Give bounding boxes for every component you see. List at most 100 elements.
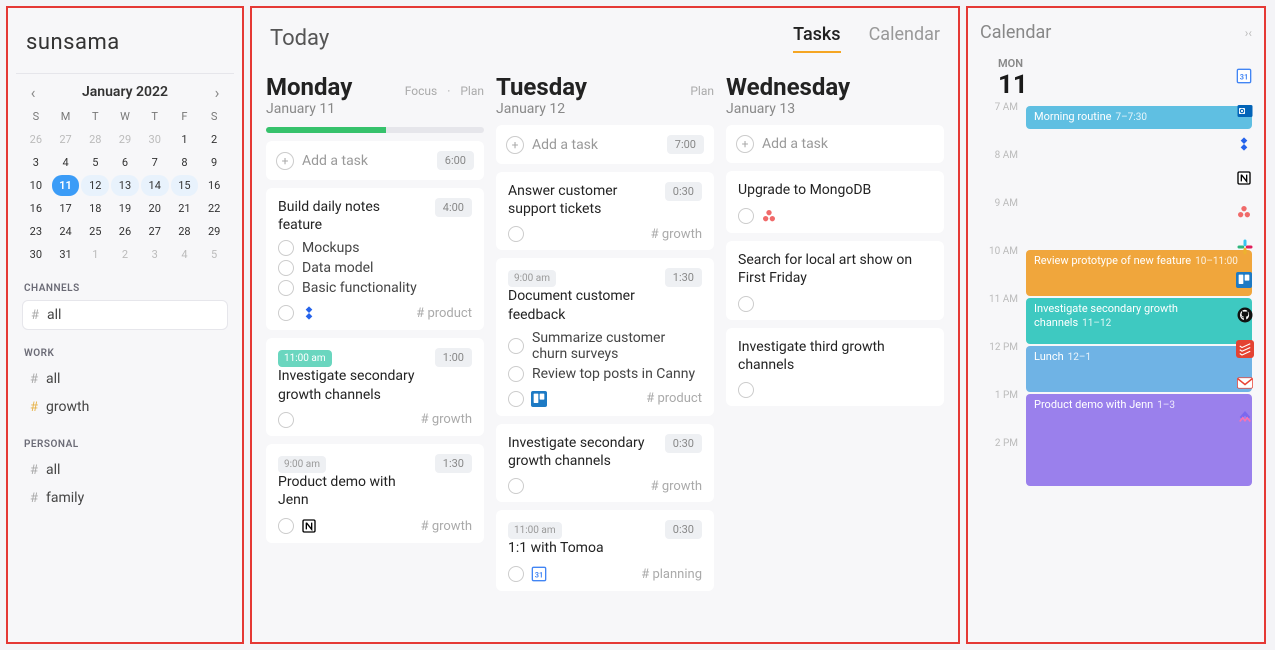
- task-card[interactable]: Investigate third growth channels: [726, 328, 944, 406]
- calendar-day[interactable]: 5: [81, 152, 109, 173]
- plan-button[interactable]: Plan: [690, 84, 714, 98]
- task-tag[interactable]: # growth: [651, 479, 702, 494]
- gcal-icon[interactable]: 31: [1236, 68, 1256, 88]
- task-card[interactable]: 9:00 amProduct demo with Jenn1:30# growt…: [266, 444, 484, 543]
- slack-icon[interactable]: [1236, 238, 1256, 258]
- collapse-icon[interactable]: ›‹: [1245, 26, 1252, 40]
- task-tag[interactable]: # product: [416, 306, 472, 321]
- subtask-checkbox[interactable]: [278, 260, 294, 276]
- task-card[interactable]: Upgrade to MongoDB: [726, 171, 944, 233]
- task-card[interactable]: Build daily notes feature4:00MockupsData…: [266, 188, 484, 330]
- task-card[interactable]: Search for local art show on First Frida…: [726, 241, 944, 319]
- calendar-day[interactable]: 20: [141, 198, 169, 219]
- calendar-day[interactable]: 3: [141, 244, 169, 265]
- task-card[interactable]: 11:00 amInvestigate secondary growth cha…: [266, 338, 484, 435]
- calendar-day[interactable]: 22: [200, 198, 228, 219]
- subtask-item[interactable]: Data model: [278, 260, 472, 276]
- task-checkbox[interactable]: [508, 566, 524, 582]
- calendar-day[interactable]: 21: [171, 198, 199, 219]
- calendar-day[interactable]: 29: [111, 129, 139, 150]
- task-checkbox[interactable]: [738, 296, 754, 312]
- asana-icon[interactable]: [1236, 204, 1256, 224]
- calendar-day[interactable]: 3: [22, 152, 50, 173]
- channel-item[interactable]: #growth: [22, 393, 228, 421]
- calendar-day[interactable]: 9: [200, 152, 228, 173]
- plan-button[interactable]: Plan: [460, 84, 484, 98]
- github-icon[interactable]: [1236, 306, 1256, 326]
- task-tag[interactable]: # growth: [651, 227, 702, 242]
- calendar-day[interactable]: 31: [52, 244, 80, 265]
- calendar-day[interactable]: 10: [22, 175, 50, 196]
- subtask-item[interactable]: Summarize customer churn surveys: [508, 330, 702, 362]
- task-tag[interactable]: # growth: [421, 412, 472, 427]
- task-card[interactable]: 11:00 am1:1 with Tomoa0:3031# planning: [496, 510, 714, 591]
- calendar-day[interactable]: 25: [81, 221, 109, 242]
- task-tag[interactable]: # growth: [421, 519, 472, 534]
- calendar-day[interactable]: 4: [52, 152, 80, 173]
- subtask-item[interactable]: Review top posts in Canny: [508, 366, 702, 382]
- calendar-day[interactable]: 18: [81, 198, 109, 219]
- task-checkbox[interactable]: [278, 518, 294, 534]
- calendar-day[interactable]: 14: [141, 175, 169, 196]
- task-checkbox[interactable]: [278, 305, 294, 321]
- calendar-day[interactable]: 7: [141, 152, 169, 173]
- task-card[interactable]: Answer customer support tickets0:30# gro…: [496, 172, 714, 250]
- calendar-day[interactable]: 27: [141, 221, 169, 242]
- calendar-day[interactable]: 27: [52, 129, 80, 150]
- subtask-item[interactable]: Basic functionality: [278, 280, 472, 296]
- calendar-day[interactable]: 8: [171, 152, 199, 173]
- calendar-day[interactable]: 29: [200, 221, 228, 242]
- task-checkbox[interactable]: [738, 382, 754, 398]
- calendar-day[interactable]: 2: [200, 129, 228, 150]
- calendar-day[interactable]: 16: [200, 175, 228, 196]
- calendar-day[interactable]: 30: [22, 244, 50, 265]
- calendar-day[interactable]: 28: [171, 221, 199, 242]
- calendar-day[interactable]: 28: [81, 129, 109, 150]
- tab-calendar[interactable]: Calendar: [869, 24, 940, 53]
- add-task-input[interactable]: +Add a task7:00: [496, 125, 714, 164]
- calendar-day[interactable]: 15: [171, 175, 199, 196]
- outlook-icon[interactable]: [1236, 102, 1256, 122]
- gmail-icon[interactable]: [1236, 374, 1256, 394]
- calendar-day[interactable]: 4: [171, 244, 199, 265]
- clickup-icon[interactable]: [1236, 408, 1256, 428]
- calendar-day[interactable]: 16: [22, 198, 50, 219]
- subtask-checkbox[interactable]: [508, 366, 524, 382]
- task-checkbox[interactable]: [508, 478, 524, 494]
- task-checkbox[interactable]: [278, 412, 294, 428]
- trello-icon[interactable]: [1236, 272, 1256, 292]
- calendar-day[interactable]: 1: [171, 129, 199, 150]
- calendar-day[interactable]: 24: [52, 221, 80, 242]
- calendar-event[interactable]: Review prototype of new feature10–11:00: [1026, 250, 1252, 296]
- tab-tasks[interactable]: Tasks: [793, 24, 840, 53]
- calendar-day[interactable]: 26: [111, 221, 139, 242]
- subtask-checkbox[interactable]: [278, 240, 294, 256]
- subtask-checkbox[interactable]: [278, 280, 294, 296]
- task-checkbox[interactable]: [508, 391, 524, 407]
- calendar-day[interactable]: 30: [141, 129, 169, 150]
- channel-item[interactable]: #all: [22, 456, 228, 484]
- calendar-event[interactable]: Lunch12–1: [1026, 346, 1252, 392]
- calendar-day[interactable]: 13: [111, 175, 139, 196]
- calendar-event[interactable]: Morning routine7–7:30: [1026, 106, 1252, 129]
- todoist-icon[interactable]: [1236, 340, 1256, 360]
- calendar-day[interactable]: 19: [111, 198, 139, 219]
- calendar-day[interactable]: 1: [81, 244, 109, 265]
- calendar-event[interactable]: Product demo with Jenn1–3: [1026, 394, 1252, 486]
- add-task-input[interactable]: +Add a task: [726, 125, 944, 163]
- jira-icon[interactable]: [1236, 136, 1256, 156]
- task-card[interactable]: Investigate secondary growth channels0:3…: [496, 424, 714, 502]
- task-checkbox[interactable]: [738, 208, 754, 224]
- task-tag[interactable]: # product: [646, 391, 702, 406]
- task-tag[interactable]: # planning: [641, 567, 702, 582]
- calendar-day[interactable]: 12: [81, 175, 109, 196]
- task-checkbox[interactable]: [508, 226, 524, 242]
- calendar-day[interactable]: 6: [111, 152, 139, 173]
- channel-item[interactable]: #all: [22, 365, 228, 393]
- calendar-day[interactable]: 17: [52, 198, 80, 219]
- add-task-input[interactable]: +Add a task6:00: [266, 141, 484, 180]
- prev-month-icon[interactable]: ‹: [26, 85, 40, 99]
- calendar-event[interactable]: Investigate secondary growth channels11–…: [1026, 298, 1252, 344]
- subtask-checkbox[interactable]: [508, 338, 524, 354]
- focus-button[interactable]: Focus: [405, 84, 437, 98]
